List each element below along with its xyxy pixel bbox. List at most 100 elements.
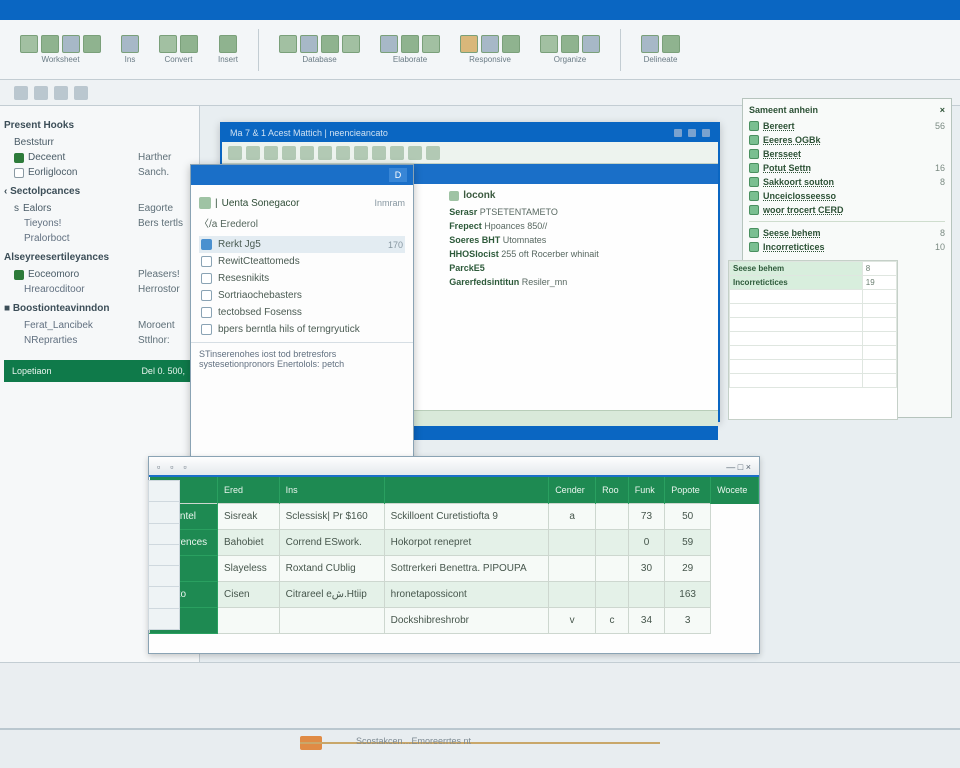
nav-item[interactable]: Hrearocditoor [4, 282, 128, 297]
dialog-option[interactable]: Sortriaochebasters [199, 287, 405, 304]
table-cell[interactable] [549, 530, 596, 556]
table-cell[interactable]: a [549, 504, 596, 530]
table-cell[interactable]: Citrareel eش.Htiip [279, 582, 384, 608]
nav-item[interactable]: Ferat_Lancibek [4, 318, 128, 333]
column-header[interactable]: Ered [218, 477, 280, 504]
table-row[interactable]: DeforencesBahobietCorrend ESwork.Hokorpo… [150, 530, 759, 556]
checkbox-icon[interactable] [14, 153, 24, 163]
table-cell[interactable]: Roxtand CUblig [279, 556, 384, 582]
ribbon-icon[interactable] [228, 146, 242, 160]
table-cell[interactable] [596, 556, 629, 582]
task-pane-item[interactable]: Unceiclosseesso [749, 189, 945, 203]
table-cell[interactable]: 59 [665, 530, 711, 556]
ribbon-icon[interactable] [279, 35, 297, 53]
ribbon-icon[interactable] [300, 146, 314, 160]
task-pane-item[interactable]: Potut Settn16 [749, 161, 945, 175]
dialog-option[interactable]: Rerkt Jg5170 [199, 236, 405, 253]
ribbon-icon[interactable] [342, 35, 360, 53]
table-cell[interactable] [596, 504, 629, 530]
ribbon-group-2[interactable]: Convert [153, 33, 204, 66]
table-cell[interactable]: Sottrerkeri Benettra. PIPOUPA [384, 556, 549, 582]
table-cell[interactable]: 73 [628, 504, 664, 530]
task-pane-item[interactable]: Eeeres OGBk [749, 133, 945, 147]
table-cell[interactable]: 34 [628, 608, 664, 634]
ribbon-icon[interactable] [41, 35, 59, 53]
nav-item[interactable]: Beststurr [4, 135, 193, 150]
ribbon-icon[interactable] [380, 35, 398, 53]
column-header[interactable] [384, 477, 549, 504]
table-cell[interactable]: v [549, 608, 596, 634]
table-cell[interactable]: Sckilloent Curetistiofta 9 [384, 504, 549, 530]
ribbon-icon[interactable] [481, 35, 499, 53]
ribbon-icon[interactable] [20, 35, 38, 53]
ribbon-icon[interactable] [641, 35, 659, 53]
ribbon-icon[interactable] [422, 35, 440, 53]
checkbox-icon[interactable] [201, 324, 212, 335]
tab[interactable]: ▫ [183, 462, 186, 472]
window-controls[interactable]: — □ × [726, 462, 751, 472]
ribbon-icon[interactable] [372, 146, 386, 160]
ribbon-icon[interactable] [318, 146, 332, 160]
toolbar-icon[interactable] [74, 86, 88, 100]
ribbon-group-7[interactable]: Organize [534, 33, 606, 66]
table-cell[interactable] [596, 582, 629, 608]
checkbox-icon[interactable] [14, 168, 24, 178]
table-cell[interactable] [218, 608, 280, 634]
task-pane-item[interactable]: Bersseet [749, 147, 945, 161]
dialog-option[interactable]: bpers berntla hils of terngryutick [199, 321, 405, 338]
checkbox-icon[interactable] [201, 307, 212, 318]
dialog-titlebar[interactable]: D [191, 165, 413, 185]
ribbon-icon[interactable] [219, 35, 237, 53]
ribbon-icon[interactable] [300, 35, 318, 53]
nav-item[interactable]: s Ealors [4, 201, 128, 216]
ribbon-group-8[interactable]: Delineate [635, 33, 686, 66]
ribbon-icon[interactable] [460, 35, 478, 53]
nav-item[interactable]: Eorliglocon [4, 165, 128, 180]
ribbon-icon[interactable] [502, 35, 520, 53]
dialog-option[interactable]: RewitCteattomeds [199, 253, 405, 270]
table-cell[interactable] [549, 582, 596, 608]
ribbon-icon[interactable] [582, 35, 600, 53]
table-cell[interactable]: 50 [665, 504, 711, 530]
dialog-option[interactable]: tectobsed Fosenss [199, 304, 405, 321]
checkbox-icon[interactable] [201, 239, 212, 250]
table-cell[interactable]: Cisen [218, 582, 280, 608]
nav-item[interactable]: NReprarties [4, 333, 128, 348]
table-cell[interactable]: 30 [628, 556, 664, 582]
ribbon-icon[interactable] [246, 146, 260, 160]
nav-item[interactable]: Pralorboct [4, 231, 128, 246]
table-cell[interactable]: Corrend ESwork. [279, 530, 384, 556]
ribbon-icon[interactable] [401, 35, 419, 53]
ribbon-icon[interactable] [83, 35, 101, 53]
ribbon-icon[interactable] [121, 35, 139, 53]
toolbar-icon[interactable] [14, 86, 28, 100]
table-cell[interactable]: Slayeless [218, 556, 280, 582]
window-titlebar[interactable]: Ma 7 & 1 Acest Mattich | neencieancato [222, 124, 718, 142]
ribbon-icon[interactable] [336, 146, 350, 160]
ribbon-icon[interactable] [662, 35, 680, 53]
table-cell[interactable] [628, 582, 664, 608]
table-row[interactable]: CebantelSisreakSclessisk| Pr $160Sckillo… [150, 504, 759, 530]
table-cell[interactable]: Sisreak [218, 504, 280, 530]
ribbon-icon[interactable] [540, 35, 558, 53]
ribbon-icon[interactable] [321, 35, 339, 53]
ribbon-icon[interactable] [561, 35, 579, 53]
table-cell[interactable]: c [596, 608, 629, 634]
table-cell[interactable]: hronetapossicont [384, 582, 549, 608]
nav-item[interactable]: Deceent [4, 150, 128, 165]
ribbon-group-1[interactable]: Ins [115, 33, 145, 66]
ribbon-group-3[interactable]: Insert [212, 33, 244, 66]
table-cell[interactable]: 163 [665, 582, 711, 608]
table-titlebar[interactable]: ▫▫▫ — □ × [149, 457, 759, 477]
table-cell[interactable]: Sclessisk| Pr $160 [279, 504, 384, 530]
table-row[interactable]: IoetsSlayelessRoxtand CUbligSottrerkeri … [150, 556, 759, 582]
ribbon-group-5[interactable]: Elaborate [374, 33, 446, 66]
task-pane-item[interactable]: Seese behem8 [749, 226, 945, 240]
ribbon-group-4[interactable]: Database [273, 33, 366, 66]
nav-item[interactable]: Eoceomoro [4, 267, 128, 282]
column-header[interactable]: Funk [628, 477, 664, 504]
ribbon-icon[interactable] [408, 146, 422, 160]
table-cell[interactable]: Bahobiet [218, 530, 280, 556]
ribbon-icon[interactable] [62, 35, 80, 53]
ribbon-icon[interactable] [282, 146, 296, 160]
